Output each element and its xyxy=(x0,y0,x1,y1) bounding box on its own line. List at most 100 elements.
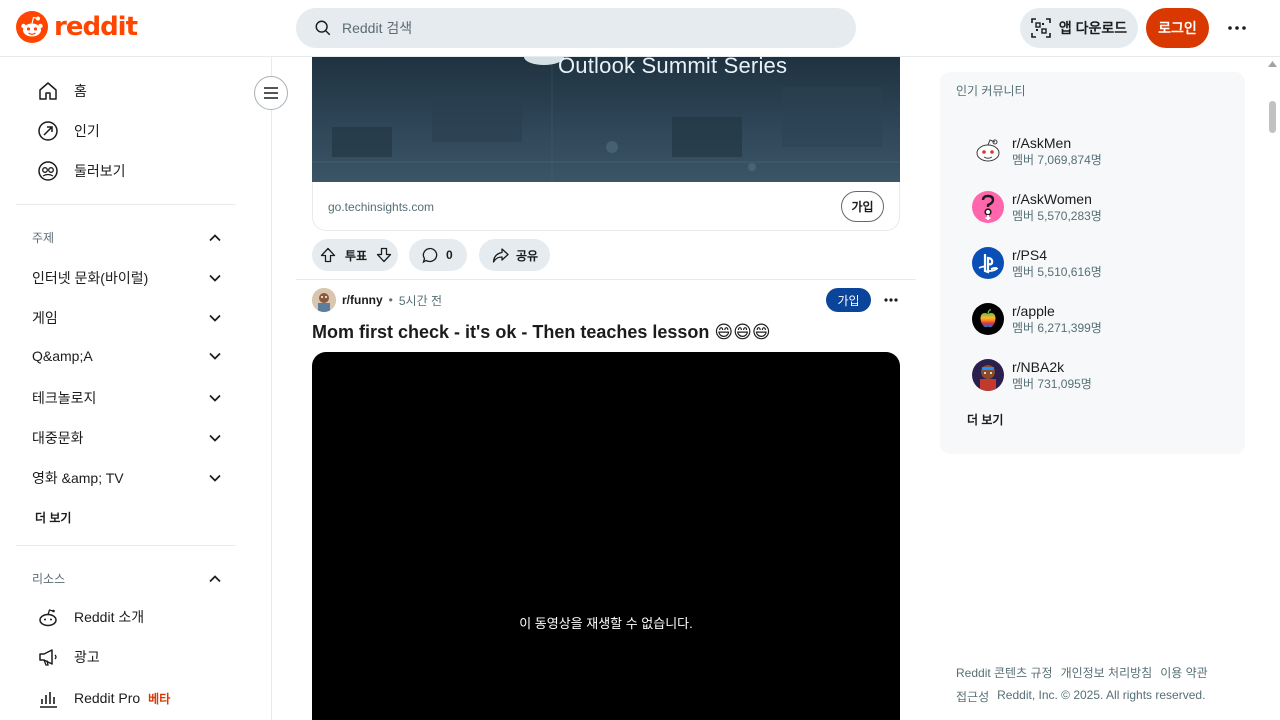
topics-more-link[interactable]: 더 보기 xyxy=(35,509,71,526)
top-header: reddit Reddit 검색 앱 다운로드 로그인 xyxy=(0,0,1280,57)
community-members: 멤버 5,510,616명 xyxy=(1012,265,1102,279)
apple-icon xyxy=(972,303,1004,335)
community-text: r/apple 멤버 6,271,399명 xyxy=(1012,302,1102,336)
resources-section-header[interactable]: 리소스 xyxy=(32,570,222,587)
footer-copyright: Reddit, Inc. © 2025. All rights reserved… xyxy=(997,688,1206,702)
more-options-icon[interactable] xyxy=(1222,14,1252,42)
topic-label: 테크놀로지 xyxy=(32,390,97,406)
topic-item-movies-tv[interactable]: 영화 &amp; TV xyxy=(32,468,222,488)
home-icon xyxy=(36,79,60,103)
topic-label: Q&amp;A xyxy=(32,348,93,364)
nav-item-home[interactable]: 홈 xyxy=(36,79,87,103)
community-members: 멤버 6,271,399명 xyxy=(1012,321,1102,335)
resource-item-about-reddit[interactable]: Reddit 소개 xyxy=(36,605,144,629)
resource-item-advertise[interactable]: 광고 xyxy=(36,645,100,669)
community-name: r/NBA2k xyxy=(1012,359,1065,375)
logo-text: reddit xyxy=(54,12,138,42)
menu-icon xyxy=(264,87,278,99)
topic-item-games[interactable]: 게임 xyxy=(32,308,222,328)
popular-icon xyxy=(36,119,60,143)
topic-label: 게임 xyxy=(32,310,58,326)
search-input[interactable]: Reddit 검색 xyxy=(296,8,856,48)
chevron-down-icon xyxy=(209,474,221,482)
comment-count: 0 xyxy=(446,248,453,262)
footer-link-content-policy[interactable]: Reddit 콘텐츠 규정 xyxy=(956,664,1053,681)
comments-button[interactable]: 0 xyxy=(409,239,467,271)
community-item-ps4[interactable]: r/PS4 멤버 5,510,616명 xyxy=(972,246,1102,280)
communities-more-link[interactable]: 더 보기 xyxy=(967,411,1003,428)
feed-divider xyxy=(296,279,916,280)
nav-label-popular: 인기 xyxy=(74,123,100,139)
megaphone-icon xyxy=(36,645,60,669)
scrollbar-thumb[interactable] xyxy=(1269,101,1276,133)
vote-pill: 투표 xyxy=(312,239,398,271)
community-name: r/AskWomen xyxy=(1012,191,1092,207)
post-more-icon[interactable] xyxy=(880,290,902,310)
bar-chart-icon xyxy=(36,686,60,710)
rail-title: 인기 커뮤니티 xyxy=(956,84,1026,98)
nba2k-icon xyxy=(972,359,1004,391)
downvote-icon[interactable] xyxy=(376,247,392,263)
page-scrollbar[interactable] xyxy=(1265,57,1280,720)
topic-item-qa[interactable]: Q&amp;A xyxy=(32,348,222,364)
chevron-down-icon xyxy=(209,352,221,360)
ad-join-button[interactable]: 가입 xyxy=(841,191,884,222)
ad-banner-text: Outlook Summit Series xyxy=(558,57,788,78)
community-item-nba2k[interactable]: r/NBA2k 멤버 731,095명 xyxy=(972,358,1092,392)
scroll-up-arrow-icon[interactable] xyxy=(1268,61,1277,67)
topics-section-header[interactable]: 주제 xyxy=(32,229,222,246)
post-meta: r/funny • 5시간 전 xyxy=(312,288,442,312)
footer-link-terms[interactable]: 이용 약관 xyxy=(1160,664,1208,681)
community-item-askwomen[interactable]: r/AskWomen 멤버 5,570,283명 xyxy=(972,190,1102,224)
ad-link-box[interactable]: go.techinsights.com 가입 xyxy=(312,182,900,231)
topic-item-pop-culture[interactable]: 대중문화 xyxy=(32,428,222,448)
app-download-button[interactable]: 앱 다운로드 xyxy=(1020,8,1138,48)
community-item-apple[interactable]: r/apple 멤버 6,271,399명 xyxy=(972,302,1102,336)
community-name: r/AskMen xyxy=(1012,135,1072,151)
login-button[interactable]: 로그인 xyxy=(1146,8,1209,48)
sidebar-divider xyxy=(16,204,236,205)
video-player[interactable]: 이 동영상을 재생할 수 없습니다. xyxy=(312,352,900,720)
sidebar-toggle-button[interactable] xyxy=(254,76,288,110)
post-join-button[interactable]: 가입 xyxy=(826,288,871,312)
nav-item-popular[interactable]: 인기 xyxy=(36,119,100,143)
community-item-askmen[interactable]: r/AskMen 멤버 7,069,874명 xyxy=(972,134,1102,168)
footer-link-accessibility[interactable]: 접근성 xyxy=(956,688,989,705)
upvote-icon[interactable] xyxy=(320,247,336,263)
sidebar-divider xyxy=(16,545,236,546)
beta-badge: 베타 xyxy=(148,691,171,706)
post-time: 5시간 전 xyxy=(398,293,443,308)
resource-item-reddit-pro[interactable]: Reddit Pro 베타 xyxy=(36,686,170,710)
video-error-message: 이 동영상을 재생할 수 없습니다. xyxy=(519,616,693,631)
chevron-up-icon xyxy=(209,574,221,582)
comment-icon xyxy=(422,247,438,263)
footer-links-row: Reddit 콘텐츠 규정 개인정보 처리방침 이용 약관 xyxy=(956,664,1208,681)
topic-item-technology[interactable]: 테크놀로지 xyxy=(32,388,222,408)
ad-domain[interactable]: go.techinsights.com xyxy=(328,200,434,214)
subreddit-name[interactable]: r/funny xyxy=(342,293,383,307)
footer-link-privacy[interactable]: 개인정보 처리방침 xyxy=(1061,664,1153,681)
resource-label: Reddit Pro 베타 xyxy=(74,690,170,707)
ad-image[interactable]: Outlook Summit Series xyxy=(312,57,900,182)
resource-label: 광고 xyxy=(74,649,100,665)
askmen-icon xyxy=(972,135,1004,167)
topic-label: 영화 &amp; TV xyxy=(32,470,124,486)
nav-item-explore[interactable]: 둘러보기 xyxy=(36,159,126,183)
askwomen-icon xyxy=(972,191,1004,223)
community-members: 멤버 731,095명 xyxy=(1012,377,1092,391)
community-text: r/AskWomen 멤버 5,570,283명 xyxy=(1012,190,1102,224)
nav-label-explore: 둘러보기 xyxy=(74,163,126,179)
share-icon xyxy=(492,247,509,263)
left-sidebar: 홈 인기 둘러보기 주제 인터넷 문화(바이럴) 게임 Q&amp;A 테크놀로… xyxy=(0,57,272,720)
post-title[interactable]: Mom first check - it's ok - Then teaches… xyxy=(312,320,771,344)
topics-header-label: 주제 xyxy=(32,231,55,245)
subreddit-avatar[interactable] xyxy=(312,288,336,312)
reddit-logo[interactable]: reddit xyxy=(16,11,138,43)
share-button[interactable]: 공유 xyxy=(479,239,550,271)
chevron-down-icon xyxy=(209,394,221,402)
community-name: r/PS4 xyxy=(1012,247,1048,263)
topic-label: 대중문화 xyxy=(32,430,84,446)
topic-item-internet-culture[interactable]: 인터넷 문화(바이럴) xyxy=(32,268,222,288)
chevron-down-icon xyxy=(209,274,221,282)
share-label: 공유 xyxy=(516,248,539,263)
